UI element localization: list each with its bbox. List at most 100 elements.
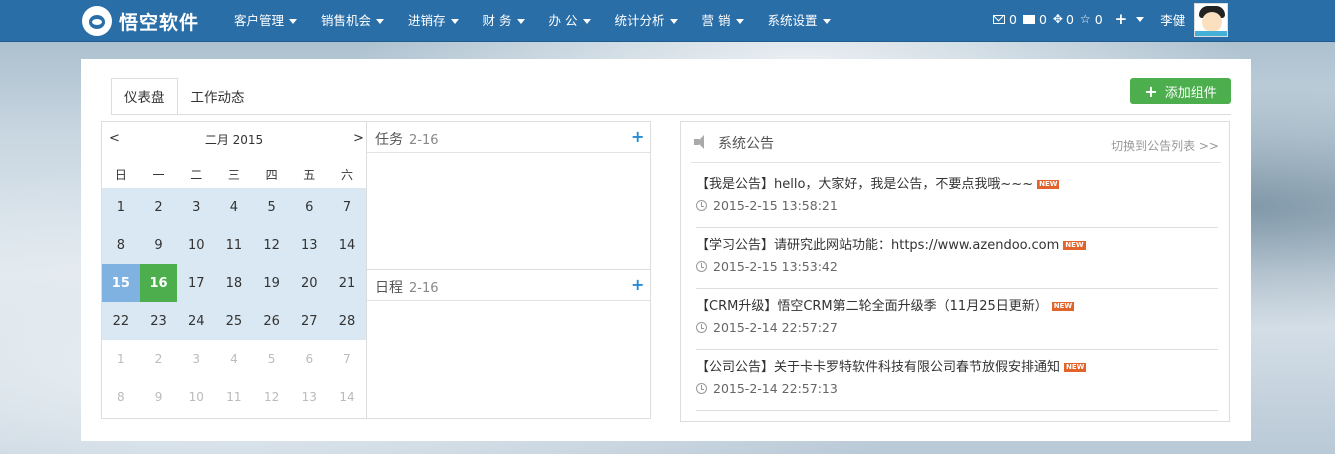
calendar-day[interactable]: 6 — [290, 188, 328, 226]
calendar-widget: 二月 2015 < > 日一二三四五六 1 2 3 4 5 6 7 8 9 10 11 12 13 14 15… — [101, 121, 367, 419]
calendar-day-next-month[interactable]: 3 — [177, 340, 215, 378]
calendar-day-next-month[interactable]: 4 — [215, 340, 253, 378]
calendar-day[interactable]: 14 — [328, 226, 366, 264]
calendar-day-today[interactable]: 16 — [139, 264, 178, 302]
calendar-day[interactable]: 21 — [328, 264, 366, 302]
caret-down-icon — [669, 18, 678, 24]
caret-down-icon — [582, 18, 591, 24]
top-tools: 0 0 ✥ 0 ☆ 0 + 李健 — [993, 0, 1191, 38]
calendar-day-selected[interactable]: 15 — [102, 264, 140, 302]
avatar[interactable] — [1194, 3, 1228, 37]
calendar-next-button[interactable]: > — [353, 131, 364, 146]
calendar-day[interactable]: 20 — [290, 264, 328, 302]
calendar-weekday: 二 — [190, 167, 203, 182]
announcement-text[interactable]: 【CRM升级】悟空CRM第二轮全面升级季（11月25日更新） — [696, 299, 1048, 314]
calendar-day[interactable]: 3 — [177, 188, 215, 226]
announcement-item[interactable]: 【学习公告】请研究此网站功能：https://www.azendoo.com NE… — [696, 228, 1218, 289]
clock-icon — [696, 322, 707, 333]
calendar-day-next-month[interactable]: 10 — [177, 378, 215, 416]
calendar-day[interactable]: 9 — [140, 226, 178, 264]
avatar-shirt — [1195, 31, 1227, 36]
calendar-day-next-month[interactable]: 7 — [328, 340, 366, 378]
monkey-logo-icon — [82, 6, 112, 36]
announcement-item[interactable]: 【公司公告】关于卡卡罗特软件科技有限公司春节放假安排通知 NEW 2015-2-1… — [696, 350, 1218, 411]
announcement-item[interactable]: 【我是公告】hello，大家好，我是公告，不要点我哦~~~ NEW 2015-2-… — [696, 167, 1218, 228]
calendar-day[interactable]: 28 — [328, 302, 366, 340]
new-badge: NEW — [1064, 363, 1087, 372]
add-widget-button[interactable]: + 添加组件 — [1130, 78, 1231, 104]
calendar-day[interactable]: 10 — [177, 226, 215, 264]
calendar-header: 二月 2015 < > — [102, 122, 366, 156]
menu-customers[interactable]: 客户管理 — [222, 0, 309, 42]
messages-button[interactable]: 0 — [993, 12, 1017, 27]
favorites-button[interactable]: ☆ 0 — [1080, 12, 1103, 27]
calendar-day[interactable]: 18 — [215, 264, 253, 302]
user-name[interactable]: 李健 — [1160, 10, 1185, 29]
calendar-month-title[interactable]: 二月 2015 — [102, 131, 366, 148]
announcement-text[interactable]: 【我是公告】hello，大家好，我是公告，不要点我哦~~~ — [696, 177, 1033, 192]
calendar-day-next-month[interactable]: 11 — [215, 378, 253, 416]
calendar-weekday: 三 — [227, 167, 240, 182]
menu-opportunities[interactable]: 销售机会 — [309, 0, 396, 42]
new-badge: NEW — [1063, 241, 1086, 250]
tab-activity[interactable]: 工作动态 — [178, 78, 258, 115]
caret-down-icon — [735, 18, 744, 24]
calendar-day-next-month[interactable]: 2 — [140, 340, 178, 378]
menu-finance[interactable]: 财 务 — [471, 0, 537, 42]
announcement-item[interactable]: 【CRM升级】悟空CRM第二轮全面升级季（11月25日更新） NEW 2015-2… — [696, 289, 1218, 350]
calendar-prev-button[interactable]: < — [109, 131, 120, 146]
calendar-day[interactable]: 7 — [328, 188, 366, 226]
menu-marketing[interactable]: 营 销 — [690, 0, 756, 42]
calendar-day[interactable]: 25 — [215, 302, 253, 340]
tab-divider — [111, 114, 1231, 115]
announcement-time-wrap: 2015-2-15 13:58:21 — [696, 198, 838, 213]
menu-settings[interactable]: 系统设置 — [756, 0, 843, 42]
calendar-day-next-month[interactable]: 13 — [290, 378, 328, 416]
quick-add-button[interactable]: + — [1109, 10, 1145, 28]
calendar-day[interactable]: 12 — [253, 226, 291, 264]
app-logo[interactable]: 悟空软件 — [82, 6, 199, 36]
schedule-title: 日程 2-16 — [375, 277, 439, 297]
calendar-day[interactable]: 11 — [215, 226, 253, 264]
menu-label: 办 公 — [548, 13, 578, 28]
announcements-widget: 系统公告 切换到公告列表 >> 【我是公告】hello，大家好，我是公告，不要点… — [680, 121, 1230, 422]
calendar-day[interactable]: 5 — [253, 188, 291, 226]
calendar-day[interactable]: 27 — [290, 302, 328, 340]
app-name: 悟空软件 — [119, 11, 200, 34]
calendar-day[interactable]: 13 — [290, 226, 328, 264]
calendar-day[interactable]: 1 — [102, 188, 140, 226]
calendar-day[interactable]: 17 — [177, 264, 215, 302]
calendar-day-next-month[interactable]: 5 — [253, 340, 291, 378]
calendar-day[interactable]: 24 — [177, 302, 215, 340]
menu-statistics[interactable]: 统计分析 — [603, 0, 690, 42]
tab-dashboard[interactable]: 仪表盘 — [111, 78, 178, 115]
switch-to-list-link[interactable]: 切换到公告列表 >> — [1111, 137, 1219, 154]
caret-down-icon — [1136, 16, 1145, 22]
add-schedule-icon[interactable]: + — [631, 275, 644, 294]
calendar-day[interactable]: 23 — [140, 302, 178, 340]
calendar-day[interactable]: 26 — [253, 302, 291, 340]
calendar-day-next-month[interactable]: 12 — [253, 378, 291, 416]
announcement-text[interactable]: 【公司公告】关于卡卡罗特软件科技有限公司春节放假安排通知 — [696, 360, 1060, 375]
calendar-day-next-month[interactable]: 8 — [102, 378, 140, 416]
calendar-day[interactable]: 4 — [215, 188, 253, 226]
calendar-day[interactable]: 2 — [140, 188, 178, 226]
calendar-day-next-month[interactable]: 6 — [290, 340, 328, 378]
files-button[interactable]: 0 — [1022, 12, 1047, 27]
calendar-day[interactable]: 8 — [102, 226, 140, 264]
calendar-day[interactable]: 22 — [102, 302, 140, 340]
calendar-day-next-month[interactable]: 9 — [140, 378, 178, 416]
announcement-text-wrap: 【学习公告】请研究此网站功能：https://www.azendoo.com NE… — [696, 234, 1086, 253]
tasks-button[interactable]: ✥ 0 — [1053, 12, 1074, 27]
calendar-day-next-month[interactable]: 14 — [328, 378, 366, 416]
menu-inventory[interactable]: 进销存 — [396, 0, 471, 42]
calendar-day-next-month[interactable]: 1 — [102, 340, 140, 378]
add-task-icon[interactable]: + — [631, 127, 644, 146]
menu-office[interactable]: 办 公 — [537, 0, 603, 42]
caret-down-icon — [516, 18, 525, 24]
announcement-text[interactable]: 【学习公告】请研究此网站功能：https://www.azendoo.com — [696, 238, 1059, 253]
announcement-time-wrap: 2015-2-14 22:57:27 — [696, 320, 838, 335]
caret-down-icon — [822, 18, 831, 24]
announcement-text-wrap: 【我是公告】hello，大家好，我是公告，不要点我哦~~~ NEW — [696, 173, 1060, 192]
calendar-day[interactable]: 19 — [253, 264, 291, 302]
